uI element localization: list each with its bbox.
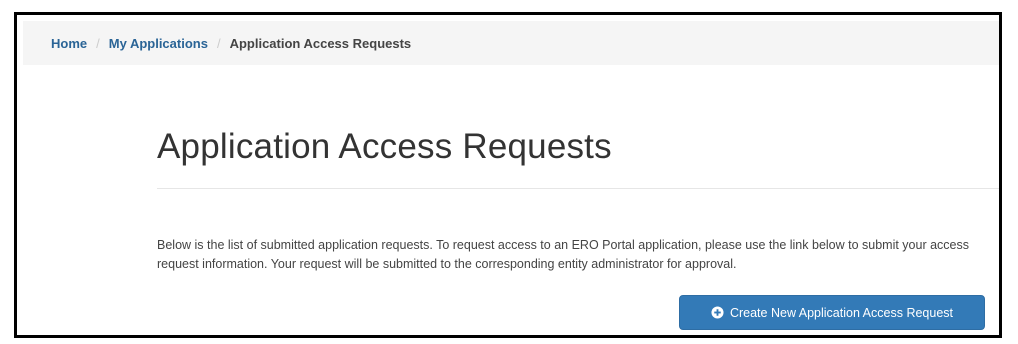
breadcrumb-home-link[interactable]: Home xyxy=(51,36,87,51)
plus-circle-icon xyxy=(711,306,724,319)
breadcrumb-separator: / xyxy=(216,35,221,51)
title-divider xyxy=(157,188,999,189)
page-title: Application Access Requests xyxy=(157,127,612,166)
breadcrumb-separator: / xyxy=(96,35,100,51)
create-button-label: Create New Application Access Request xyxy=(729,305,954,320)
page-description: Below is the list of submitted applicati… xyxy=(157,238,969,271)
create-new-application-access-request-button[interactable]: Create New Application Access Request xyxy=(679,295,985,330)
breadcrumb-my-applications-link[interactable]: My Applications xyxy=(109,36,208,51)
page-frame: Home / My Applications / Application Acc… xyxy=(14,12,1002,338)
breadcrumb-current-page: Application Access Requests xyxy=(229,35,412,51)
breadcrumb: Home / My Applications / Application Acc… xyxy=(23,21,999,65)
